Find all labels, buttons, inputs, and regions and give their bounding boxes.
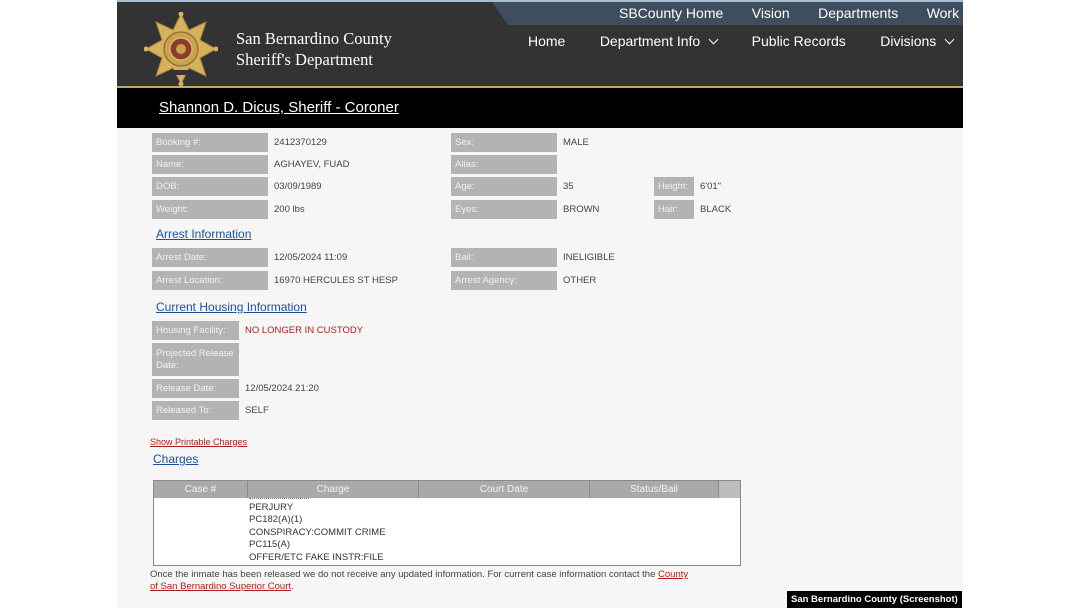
eyes-label: Eyes: (451, 200, 557, 219)
top-link-sbcounty-home[interactable]: SBCounty Home (619, 5, 723, 21)
arrest-date-value: 12/05/2024 11:09 (274, 252, 348, 263)
site-header: San Bernardino County Sheriff's Departme… (117, 0, 963, 88)
height-value: 6'01" (700, 181, 722, 192)
release-date-label: Release Date: (152, 379, 239, 398)
housing-facility-value: NO LONGER IN CUSTODY (245, 325, 364, 336)
charges-table: Case # Charge Court Date Status/Bail PER… (153, 480, 741, 566)
dob-label: DOB: (152, 177, 268, 196)
sheriff-star-badge-icon[interactable] (144, 12, 218, 86)
charge-line: OFFER/ETC FAKE INSTR:FILE (249, 552, 384, 563)
nav-divisions-label: Divisions (880, 32, 937, 49)
arrest-agency-label: Arrest Agency: (451, 271, 557, 290)
nav-department-info[interactable]: Department Info (599, 32, 719, 49)
alias-label: Alias: (451, 155, 557, 174)
booking-value: 2412370129 (274, 137, 327, 148)
sex-value: MALE (563, 137, 589, 148)
charge-line: PC115(A) (249, 539, 291, 550)
eyes-value: BROWN (563, 204, 600, 215)
bail-label: Bail: (451, 248, 557, 267)
release-footnote: Once the inmate has been released we do … (150, 569, 750, 593)
nav-home-label: Home (528, 32, 566, 49)
nav-public-records-label: Public Records (751, 32, 846, 49)
inmate-details: Booking #: 2412370129 Name: AGHAYEV, FUA… (117, 128, 963, 608)
department-name[interactable]: San Bernardino County Sheriff's Departme… (236, 28, 392, 70)
arrest-location-label: Arrest Location: (152, 271, 268, 290)
weight-value: 200 lbs (274, 204, 305, 215)
charges-table-header: Case # Charge Court Date Status/Bail (154, 481, 719, 498)
arrest-location-value: 16970 HERCULES ST HESP (274, 275, 398, 286)
top-link-vision[interactable]: Vision (752, 5, 790, 21)
footnote-end: . (291, 581, 294, 592)
nav-divisions[interactable]: Divisions (880, 32, 955, 49)
column-header-court-date[interactable]: Court Date (419, 481, 590, 498)
sheriff-coroner-link[interactable]: Shannon D. Dicus, Sheriff - Coroner (159, 99, 399, 116)
projected-release-label-line1: Projected Release (156, 347, 234, 359)
chevron-down-icon (708, 34, 719, 45)
top-link-departments[interactable]: Departments (818, 5, 898, 21)
column-header-case[interactable]: Case # (154, 481, 248, 498)
superior-court-link-part1[interactable]: County (658, 569, 688, 580)
hair-label: Hair: (654, 200, 694, 219)
sheriff-bar: Shannon D. Dicus, Sheriff - Coroner (117, 88, 963, 128)
top-link-work-with[interactable]: Work wit (927, 5, 963, 21)
top-links: SBCounty Home Vision Departments Work wi… (619, 5, 963, 23)
age-label: Age: (451, 177, 557, 196)
housing-facility-label: Housing Facility: (152, 321, 239, 340)
show-printable-charges-link[interactable]: Show Printable Charges (150, 437, 247, 447)
main-nav: Home Department Info Public Records Divi… (528, 32, 963, 50)
projected-release-label: Projected Release Date: (152, 343, 239, 376)
projected-release-label-line2: Date: (156, 359, 179, 371)
name-value: AGHAYEV, FUAD (274, 159, 350, 170)
department-name-line2: Sheriff's Department (236, 50, 373, 69)
arrest-date-label: Arrest Date: (152, 248, 268, 267)
column-header-status-bail[interactable]: Status/Bail (590, 481, 719, 498)
booking-label: Booking #: (152, 133, 268, 152)
footnote-text: Once the inmate has been released we do … (150, 569, 659, 580)
department-name-line1: San Bernardino County (236, 29, 392, 48)
released-to-value: SELF (245, 405, 269, 416)
current-housing-link[interactable]: Current Housing Information (156, 300, 307, 314)
nav-department-info-label: Department Info (599, 32, 701, 49)
charges-table-header-tail (719, 481, 740, 498)
charge-line: PERJURY (249, 502, 294, 513)
sheriff-inmate-page: San Bernardino County Sheriff's Departme… (117, 0, 963, 608)
weight-label: Weight: (152, 200, 268, 219)
release-date-value: 12/05/2024 21:20 (245, 383, 319, 394)
name-label: Name: (152, 155, 268, 174)
column-header-charge[interactable]: Charge (248, 481, 419, 498)
charge-line: CONSPIRACY:COMMIT CRIME (249, 527, 386, 538)
nav-home[interactable]: Home (528, 33, 565, 49)
arrest-information-link[interactable]: Arrest Information (156, 227, 251, 241)
sex-label: Sex: (451, 133, 557, 152)
arrest-agency-value: OTHER (563, 275, 597, 286)
charges-link[interactable]: Charges (153, 452, 198, 466)
dob-value: 03/09/1989 (274, 181, 322, 192)
released-to-label: Released To: (152, 401, 239, 420)
nav-public-records[interactable]: Public Records (752, 33, 846, 49)
age-value: 35 (563, 181, 574, 192)
chevron-down-icon (944, 34, 955, 45)
charge-line: PC182(A)(1) (249, 514, 303, 525)
superior-court-link-part2[interactable]: of San Bernardino Superior Court (150, 581, 291, 592)
height-label: Height: (654, 177, 694, 196)
hair-value: BLACK (700, 204, 732, 215)
bail-value: INELIGIBLE (563, 252, 615, 263)
screenshot-credit: San Bernardino County (Screenshot) (787, 591, 962, 608)
